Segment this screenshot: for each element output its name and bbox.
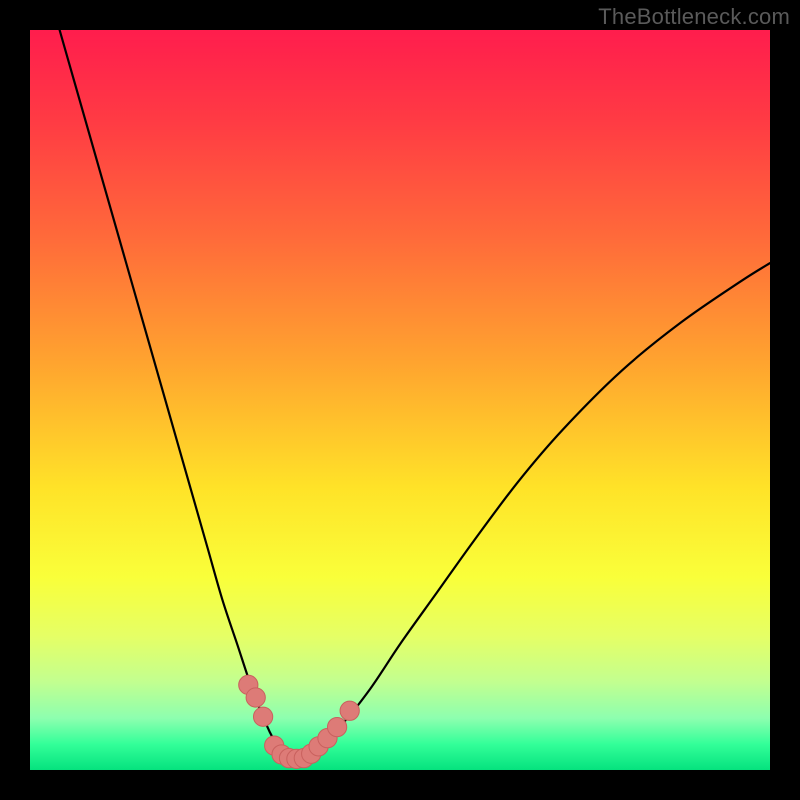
curve-marker — [340, 701, 359, 720]
gradient-background — [30, 30, 770, 770]
chart-frame: TheBottleneck.com — [0, 0, 800, 800]
curve-marker — [327, 717, 346, 736]
watermark-label: TheBottleneck.com — [598, 4, 790, 30]
bottleneck-chart — [0, 0, 800, 800]
curve-marker — [253, 707, 272, 726]
curve-marker — [246, 688, 265, 707]
